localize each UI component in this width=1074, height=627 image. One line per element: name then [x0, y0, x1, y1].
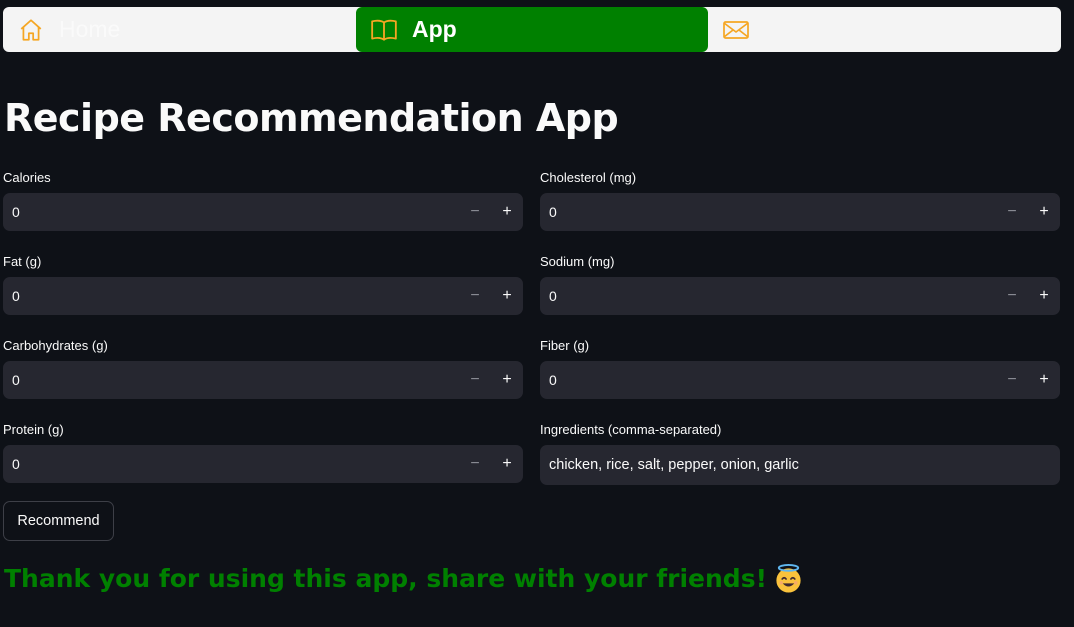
fiber-field: Fiber (g) − +	[540, 338, 1060, 399]
protein-decrement-button[interactable]: −	[459, 445, 491, 483]
sodium-label: Sodium (mg)	[540, 254, 615, 269]
protein-input[interactable]	[3, 445, 459, 483]
carbohydrates-input-wrap: − +	[3, 361, 523, 399]
nav-item-app[interactable]: App	[356, 7, 708, 52]
cholesterol-decrement-button[interactable]: −	[996, 193, 1028, 231]
nav-item-home[interactable]: Home	[3, 7, 356, 52]
calories-decrement-button[interactable]: −	[459, 193, 491, 231]
calories-input-wrap: − +	[3, 193, 523, 231]
ingredients-label: Ingredients (comma-separated)	[540, 422, 722, 437]
fat-input-wrap: − +	[3, 277, 523, 315]
fiber-decrement-button[interactable]: −	[996, 361, 1028, 399]
protein-field: Protein (g) − +	[3, 422, 523, 483]
calories-label: Calories	[3, 170, 51, 185]
ingredients-input[interactable]	[540, 445, 1060, 485]
carbohydrates-increment-button[interactable]: +	[491, 361, 523, 399]
cholesterol-input-wrap: − +	[540, 193, 1060, 231]
sodium-decrement-button[interactable]: −	[996, 277, 1028, 315]
house-icon	[17, 16, 45, 44]
cholesterol-input[interactable]	[540, 193, 996, 231]
protein-label: Protein (g)	[3, 422, 64, 437]
nav-label-home: Home	[59, 16, 121, 42]
fiber-input-wrap: − +	[540, 361, 1060, 399]
cholesterol-increment-button[interactable]: +	[1028, 193, 1060, 231]
ingredients-field: Ingredients (comma-separated)	[540, 422, 1060, 485]
envelope-icon	[722, 16, 750, 44]
fiber-label: Fiber (g)	[540, 338, 590, 353]
carbohydrates-field: Carbohydrates (g) − +	[3, 338, 523, 399]
ingredients-input-wrap	[540, 445, 1060, 485]
nav-item-contact[interactable]	[708, 7, 1060, 52]
nav-bar: Home App	[3, 7, 1061, 52]
carbohydrates-label: Carbohydrates (g)	[3, 338, 108, 353]
cholesterol-label: Cholesterol (mg)	[540, 170, 637, 185]
protein-input-wrap: − +	[3, 445, 523, 483]
carbohydrates-decrement-button[interactable]: −	[459, 361, 491, 399]
thank-you-message: Thank you for using this app, share with…	[4, 563, 804, 594]
fat-input[interactable]	[3, 277, 459, 315]
recommend-button[interactable]: Recommend	[3, 501, 114, 541]
cholesterol-field: Cholesterol (mg) − +	[540, 170, 1060, 231]
page-title: Recipe Recommendation App	[4, 96, 619, 140]
sodium-input-wrap: − +	[540, 277, 1060, 315]
book-icon	[370, 16, 398, 44]
carbohydrates-input[interactable]	[3, 361, 459, 399]
thank-you-text: Thank you for using this app, share with…	[4, 564, 767, 593]
fat-field: Fat (g) − +	[3, 254, 523, 315]
smiling-face-with-halo-icon	[773, 563, 804, 594]
fat-label: Fat (g)	[3, 254, 42, 269]
sodium-increment-button[interactable]: +	[1028, 277, 1060, 315]
fat-decrement-button[interactable]: −	[459, 277, 491, 315]
nav-label-app: App	[412, 16, 457, 42]
sodium-input[interactable]	[540, 277, 996, 315]
calories-input[interactable]	[3, 193, 459, 231]
protein-increment-button[interactable]: +	[491, 445, 523, 483]
calories-increment-button[interactable]: +	[491, 193, 523, 231]
fat-increment-button[interactable]: +	[491, 277, 523, 315]
fiber-increment-button[interactable]: +	[1028, 361, 1060, 399]
sodium-field: Sodium (mg) − +	[540, 254, 1060, 315]
fiber-input[interactable]	[540, 361, 996, 399]
calories-field: Calories − +	[3, 170, 523, 231]
